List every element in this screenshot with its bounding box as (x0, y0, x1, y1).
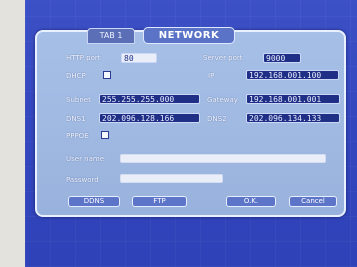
ok-button[interactable]: O.K. (226, 196, 276, 207)
server-port-label: Server port (203, 54, 243, 62)
pppoe-label: PPPOE (66, 132, 89, 140)
dns1-label: DNS1 (66, 115, 86, 123)
dhcp-label: DHCP (66, 72, 86, 80)
user-name-input[interactable] (120, 154, 326, 163)
pppoe-checkbox[interactable] (101, 131, 109, 139)
user-name-label: User name (66, 155, 105, 163)
ip-input[interactable]: 192.168.001.100 (246, 70, 339, 80)
dns1-input[interactable]: 202.096.128.166 (99, 113, 200, 123)
server-port-input[interactable]: 9000 (263, 53, 301, 63)
password-label: Password (66, 176, 99, 184)
gateway-label: Gateway (207, 96, 238, 104)
dns2-input[interactable]: 202.096.134.133 (246, 113, 340, 123)
cancel-button[interactable]: Cancel (289, 196, 337, 207)
ddns-button[interactable]: DDNS (68, 196, 120, 207)
ftp-button[interactable]: FTP (132, 196, 187, 207)
password-input[interactable] (120, 174, 223, 183)
http-port-input[interactable]: 80 (121, 53, 157, 63)
gateway-input[interactable]: 192.168.001.001 (246, 94, 340, 104)
subnet-label: Subnet (66, 96, 91, 104)
ip-label: IP (208, 72, 215, 80)
dhcp-checkbox[interactable] (103, 71, 111, 79)
tab-1[interactable]: TAB 1 (87, 28, 135, 44)
subnet-input[interactable]: 255.255.255.000 (99, 94, 200, 104)
dns2-label: DNS2 (207, 115, 227, 123)
http-port-label: HTTP port (66, 54, 101, 62)
dialog-title: NETWORK (143, 27, 235, 44)
